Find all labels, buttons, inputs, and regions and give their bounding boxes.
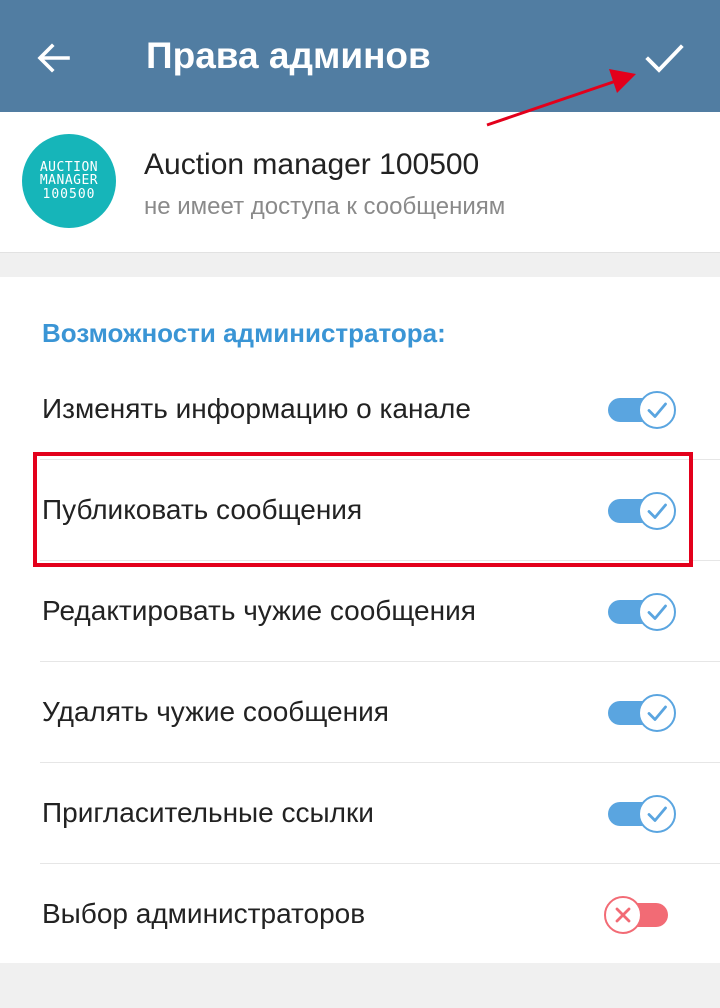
toggle-knob bbox=[638, 593, 676, 631]
permission-label: Изменять информацию о канале bbox=[42, 393, 471, 424]
permission-toggle-add-admins[interactable] bbox=[604, 896, 676, 934]
permission-label: Редактировать чужие сообщения bbox=[42, 595, 476, 626]
app-bar: Права админов bbox=[0, 0, 720, 112]
permission-row-delete-messages[interactable]: Удалять чужие сообщения bbox=[0, 662, 720, 763]
admin-status: не имеет доступа к сообщениям bbox=[144, 193, 506, 220]
check-icon bbox=[647, 705, 667, 721]
permission-label: Выбор администраторов bbox=[42, 898, 366, 929]
permission-toggle-edit-messages[interactable] bbox=[608, 593, 676, 631]
toggle-knob bbox=[604, 896, 642, 934]
check-icon bbox=[647, 402, 667, 418]
avatar-text-line: AUCTION bbox=[39, 159, 99, 175]
check-icon bbox=[647, 604, 667, 620]
checkmark-icon bbox=[645, 44, 684, 73]
section-header: Возможности администратора: bbox=[42, 318, 446, 348]
permission-toggle-change-info[interactable] bbox=[608, 391, 676, 429]
permission-toggle-delete-messages[interactable] bbox=[608, 694, 676, 732]
avatar-text-line: MANAGER bbox=[39, 173, 99, 189]
permission-toggle-invite-links[interactable] bbox=[608, 795, 676, 833]
admin-name: Auction manager 100500 bbox=[144, 148, 480, 181]
permission-row-edit-messages[interactable]: Редактировать чужие сообщения bbox=[0, 561, 720, 662]
admin-profile: AUCTION MANAGER 100500 Auction manager 1… bbox=[0, 112, 720, 253]
toggle-knob bbox=[638, 391, 676, 429]
avatar: AUCTION MANAGER 100500 bbox=[22, 134, 116, 228]
permission-row-post-messages[interactable]: Публиковать сообщения bbox=[0, 460, 720, 561]
permission-row-change-info[interactable]: Изменять информацию о канале bbox=[0, 359, 720, 460]
permission-row-invite-links[interactable]: Пригласительные ссылки bbox=[0, 763, 720, 864]
permission-row-add-admins[interactable]: Выбор администраторов bbox=[0, 864, 720, 965]
admin-rights-section: Возможности администратора: Изменять инф… bbox=[0, 277, 720, 963]
arrow-left-icon bbox=[37, 43, 70, 73]
permission-label: Удалять чужие сообщения bbox=[42, 696, 389, 727]
toggle-knob bbox=[638, 492, 676, 530]
check-icon bbox=[647, 806, 667, 822]
cross-icon bbox=[615, 907, 631, 923]
permission-label: Пригласительные ссылки bbox=[42, 797, 374, 828]
done-button[interactable] bbox=[632, 26, 696, 90]
avatar-text-line: 100500 bbox=[42, 186, 96, 202]
permission-label: Публиковать сообщения bbox=[42, 494, 363, 525]
check-icon bbox=[647, 503, 667, 519]
toggle-knob bbox=[638, 795, 676, 833]
page-title: Права админов bbox=[146, 35, 431, 76]
permission-toggle-post-messages[interactable] bbox=[608, 492, 676, 530]
toggle-knob bbox=[638, 694, 676, 732]
back-button[interactable] bbox=[22, 28, 86, 88]
